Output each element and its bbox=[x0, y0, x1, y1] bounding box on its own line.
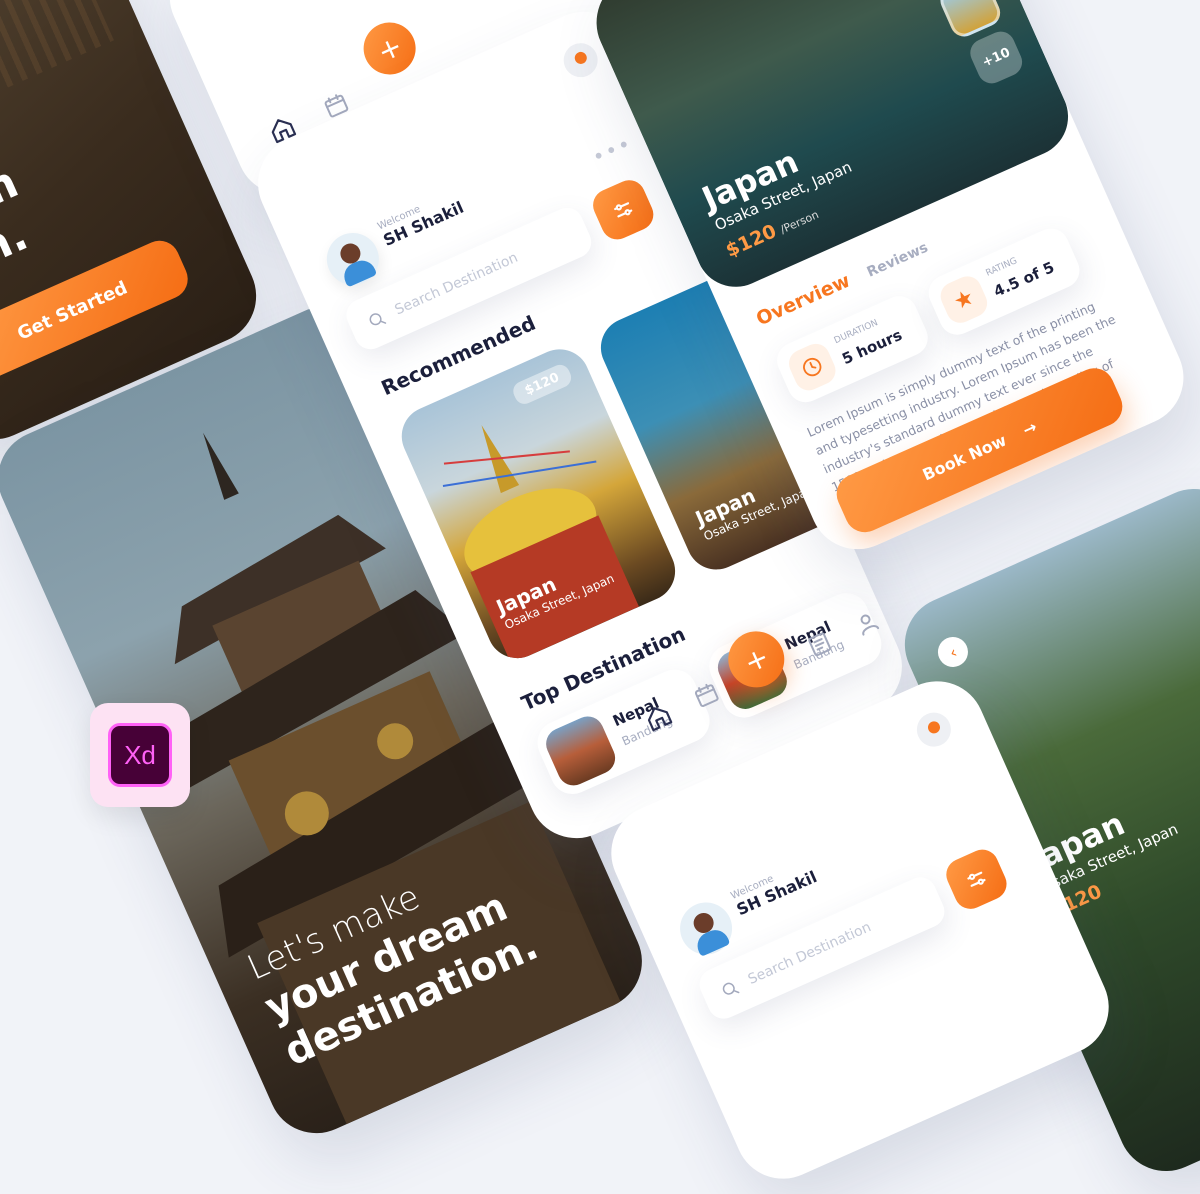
detail-per: /Person bbox=[778, 208, 821, 237]
search-icon bbox=[369, 313, 387, 326]
add-button[interactable]: + bbox=[719, 622, 794, 697]
xd-logo-icon: Xd bbox=[108, 723, 172, 787]
home-nav-icon[interactable] bbox=[641, 700, 675, 734]
back-button[interactable]: ‹ bbox=[933, 632, 973, 672]
search-icon-2 bbox=[722, 982, 740, 995]
calendar-nav-icon[interactable] bbox=[691, 679, 723, 711]
filter-icon-2 bbox=[967, 871, 986, 887]
user-avatar[interactable] bbox=[318, 224, 388, 294]
clock-icon bbox=[784, 339, 840, 395]
user-avatar-2[interactable] bbox=[671, 894, 741, 963]
notes-nav-icon[interactable] bbox=[804, 628, 836, 660]
profile-nav-icon[interactable] bbox=[851, 607, 883, 639]
adobe-xd-badge: Xd bbox=[90, 703, 190, 807]
arrow-right-icon: → bbox=[1019, 416, 1040, 440]
temple-pattern bbox=[0, 0, 114, 147]
more-thumbs-badge[interactable]: +10 bbox=[965, 27, 1027, 88]
tab-reviews[interactable]: Reviews bbox=[865, 240, 931, 281]
star-icon: ★ bbox=[936, 271, 992, 328]
add-button-top[interactable]: + bbox=[355, 14, 424, 83]
more-icon[interactable]: ••• bbox=[588, 131, 636, 170]
filter-button-2[interactable] bbox=[941, 844, 1012, 914]
profile-avatar-small[interactable] bbox=[558, 37, 604, 83]
book-now-label: Book Now bbox=[919, 430, 1010, 484]
destination-thumb bbox=[541, 711, 621, 791]
splash-crop-line-3: tion. bbox=[0, 209, 36, 303]
search-input-2[interactable]: Search Destination bbox=[746, 919, 874, 988]
xd-label: Xd bbox=[124, 739, 156, 770]
get-started-label: Get Started bbox=[14, 276, 131, 345]
search-input[interactable]: Search Destination bbox=[392, 250, 520, 319]
profile-avatar-small-2[interactable] bbox=[911, 707, 957, 753]
filter-icon bbox=[614, 202, 633, 218]
filter-button[interactable] bbox=[587, 175, 659, 245]
